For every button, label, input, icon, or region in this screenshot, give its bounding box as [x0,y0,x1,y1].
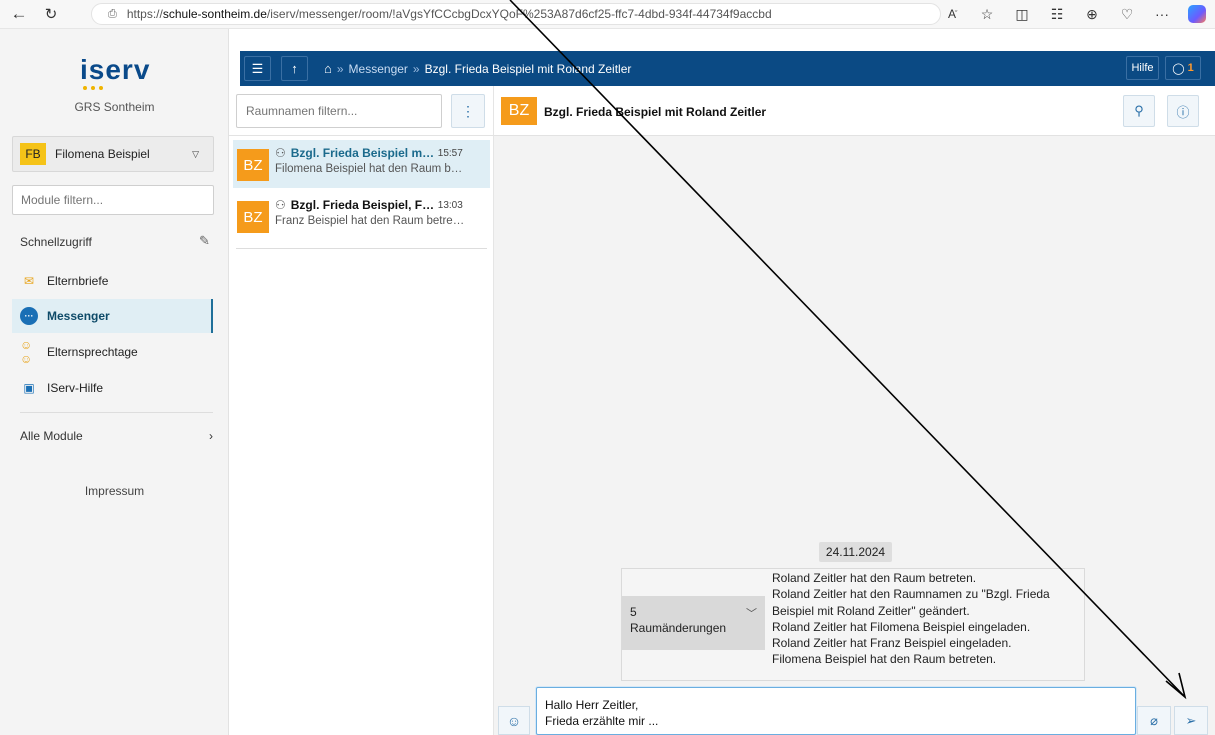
logo-dots [83,86,103,90]
collections-icon[interactable]: ⊕ [1082,4,1102,24]
iserv-logo[interactable]: IServ [80,54,150,86]
sidebar-item-elternbriefe[interactable]: ✉ Elternbriefe [20,264,213,298]
room-events-list: Roland Zeitler hat den Raum betreten. Ro… [772,570,1072,668]
browser-essentials-icon[interactable]: ♡ [1117,4,1137,24]
back-arrow-icon[interactable]: ← [6,1,32,27]
room-event: Roland Zeitler hat den Raum betreten. [772,571,977,585]
message-composer: ☺ Hallo Herr Zeitler, Frieda erzählte mi… [494,685,1215,735]
quick-access-title: Schnellzugriff [20,235,92,249]
url-host: schule-sontheim.de [162,7,267,21]
more-icon[interactable]: ··· [1152,4,1172,24]
chevron-down-icon: ﹀ [746,608,757,620]
emoji-icon[interactable]: ☺ [498,706,530,735]
sidebar-item-iserv-hilfe[interactable]: ▣ IServ-Hilfe [20,371,213,405]
room-list-item[interactable]: BZ ⚇ Bzgl. Frieda Beispiel, F… 13:03 Fra… [233,192,490,240]
room-event: Roland Zeitler hat Franz Beispiel eingel… [772,636,1012,651]
address-bar[interactable]: ⎙ https://schule-sontheim.de/iserv/messe… [91,3,941,25]
user-name: Filomena Beispiel [55,147,150,161]
breadcrumb-messenger[interactable]: Messenger [349,62,408,76]
message-timeline[interactable]: 24.11.2024 5 Raumänderungen ﹀ Roland Zei… [494,136,1215,685]
room-name: Bzgl. Frieda Beispiel, F… [290,198,435,212]
browser-toolbar: ← ↻ ⎙ https://schule-sontheim.de/iserv/m… [0,0,1215,29]
room-avatar: BZ [237,149,269,181]
chat-bubble-icon: ··· [20,307,38,325]
all-modules-label: Alle Module [20,429,83,443]
school-name: GRS Sontheim [74,100,155,114]
sidebar-item-label: Messenger [47,309,110,323]
breadcrumb-room: Bzgl. Frieda Beispiel mit Roland Zeitler [424,61,632,76]
impressum-link[interactable]: Impressum [0,484,229,498]
url-prefix: https:// [126,7,163,21]
help-button[interactable]: Hilfe [1126,56,1159,80]
breadcrumb: ⌂ » Messenger » Bzgl. Frieda Beispiel mi… [324,61,632,76]
favorite-star-icon[interactable]: ☆ [977,4,997,24]
room-time: 15:57 [437,147,463,159]
sidebar-item-elternsprechtage[interactable]: ☺☺ Elternsprechtage [20,335,213,369]
notification-count: 1 [1187,62,1194,74]
room-event: Roland Zeitler hat den Raumnamen zu "Bzg… [772,587,1050,618]
page-info-icon[interactable]: ⎙ [108,8,117,21]
notifications-button[interactable]: ◯ 1 [1165,56,1201,80]
avatar: FB [20,143,46,165]
chat-header: BZ Bzgl. Frieda Beispiel mit Roland Zeit… [494,86,1215,136]
help-screen-icon: ▣ [23,381,35,395]
sidebar-item-messenger[interactable]: ··· Messenger [12,299,213,333]
draft-line: Frieda erzählte mir ... [545,714,659,728]
room-events-group: 5 Raumänderungen ﹀ Roland Zeitler hat de… [621,568,1085,681]
people-meeting-icon: ☺☺ [20,338,33,366]
reload-icon[interactable]: ↻ [38,1,64,27]
edit-icon[interactable]: ✎ [199,233,210,249]
split-screen-icon[interactable]: ◫ [1012,4,1032,24]
group-icon: ⚇ [275,146,286,160]
room-list-item[interactable]: BZ ⚇ Bzgl. Frieda Beispiel mi… 15:57 Fil… [233,140,490,188]
read-aloud-icon[interactable]: Aꙻ [942,4,962,24]
info-icon[interactable]: ⓘ [1167,95,1199,127]
user-menu[interactable]: FB Filomena Beispiel ▽ [12,136,214,172]
date-separator: 24.11.2024 [819,542,892,562]
chevron-right-icon: › [209,429,213,443]
module-filter-input[interactable] [12,185,214,215]
events-label: Raumänderungen [630,621,727,635]
draft-line: Hallo Herr Zeitler, [545,698,639,712]
copilot-icon[interactable] [1187,4,1207,24]
room-name: Bzgl. Frieda Beispiel mi… [290,146,436,160]
events-count: 5 [630,605,637,619]
room-events-toggle[interactable]: 5 Raumänderungen ﹀ [622,596,765,650]
speech-bubble-icon: ◯ [1172,62,1185,75]
sidebar-item-label: IServ-Hilfe [47,381,104,395]
paperclip-icon[interactable]: ⌀ [1137,706,1171,735]
caret-down-icon: ▽ [192,148,199,159]
room-avatar: BZ [237,201,269,233]
send-icon[interactable]: ➢ [1174,706,1208,735]
room-last-message: Franz Beispiel hat den Raum betre… [275,215,465,227]
message-input[interactable]: Hallo Herr Zeitler, Frieda erzählte mir … [536,687,1136,735]
room-filter-input[interactable] [236,94,442,128]
room-avatar: BZ [501,97,537,125]
home-icon[interactable]: ⌂ [324,61,332,76]
letter-icon: ✉ [23,274,35,288]
room-time: 13:03 [437,199,463,211]
room-event: Filomena Beispiel hat den Raum betreten. [772,652,997,667]
up-arrow-icon[interactable]: ↑ [281,56,308,81]
all-modules-link[interactable]: Alle Module › [20,429,213,443]
kebab-menu-icon[interactable]: ⋮ [451,94,485,128]
room-list-panel: ⋮ BZ ⚇ Bzgl. Frieda Beispiel mi… 15:57 F… [229,86,494,735]
chat-title: Bzgl. Frieda Beispiel mit Roland Zeitler [544,105,767,119]
sidebar-item-label: Elternsprechtage [47,345,138,359]
menu-icon[interactable]: ☰ [244,56,271,81]
app-header: ☰ ↑ ⌂ » Messenger » Bzgl. Frieda Beispie… [229,29,1215,86]
url-path: /iserv/messenger/room/!aVgsYfCCcbgDcxYQo… [266,7,772,21]
sidebar: IServ GRS Sontheim FB Filomena Beispiel … [0,29,229,735]
search-icon[interactable]: ⚲ [1123,95,1155,127]
favorites-list-icon[interactable]: ☷ [1047,4,1067,24]
sidebar-item-label: Elternbriefe [47,274,109,288]
room-last-message: Filomena Beispiel hat den Raum b… [275,163,463,175]
divider [20,412,213,413]
room-event: Roland Zeitler hat Filomena Beispiel ein… [772,619,1031,634]
group-icon: ⚇ [275,198,286,212]
